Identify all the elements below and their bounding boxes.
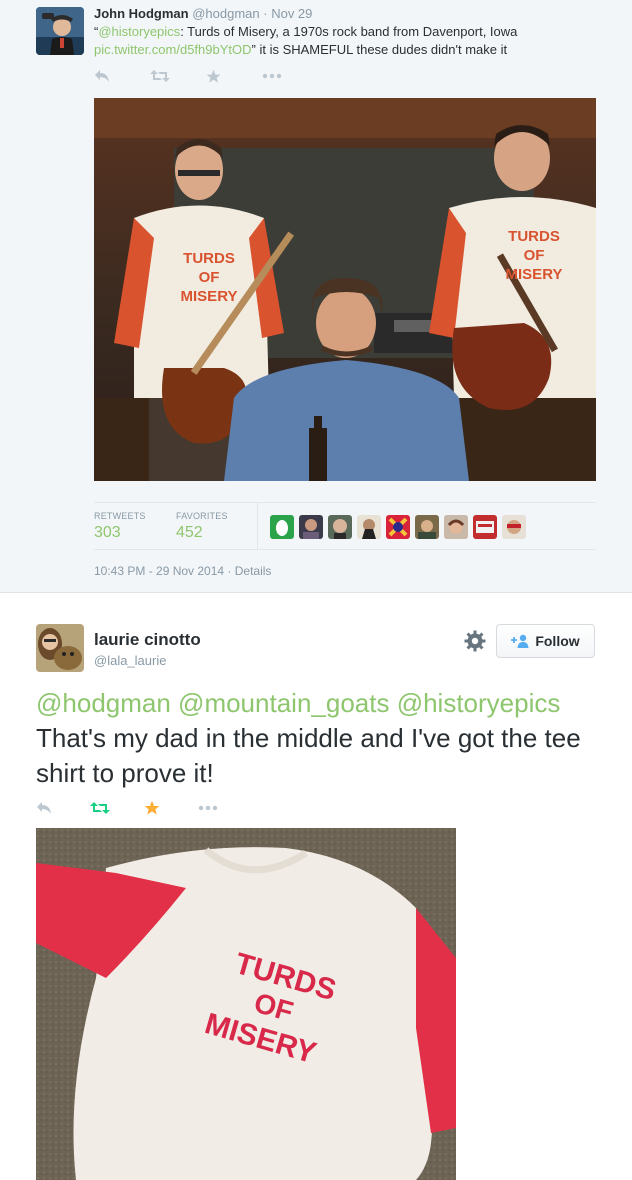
shirt-text-right: MISERY [506, 266, 563, 283]
favoriter-avatar[interactable] [299, 515, 323, 539]
retweet-icon [90, 802, 110, 814]
favoriter-avatar[interactable] [473, 515, 497, 539]
hodgman-avatar[interactable] [36, 7, 84, 55]
mention-link[interactable]: @hodgman [36, 688, 171, 718]
gear-icon [464, 630, 486, 652]
retweet-button[interactable] [90, 798, 144, 818]
author-name[interactable]: John Hodgman [94, 6, 189, 21]
favorites-count: 452 [176, 524, 203, 541]
favoriter-avatar[interactable] [502, 515, 526, 539]
shirt-text-left: TURDS [183, 250, 235, 267]
tweet-date[interactable]: · Nov 29 [263, 6, 312, 21]
more-button[interactable] [262, 66, 318, 86]
mention-link[interactable]: @historyepics [397, 688, 561, 718]
band-photo[interactable]: TURDS OF MISERY TURDS OF MISERY [94, 98, 596, 481]
retweets-stat[interactable]: RETWEETS 303 [94, 511, 146, 542]
favoriter-avatar[interactable] [386, 515, 410, 539]
favoriter-avatar[interactable] [357, 515, 381, 539]
stats-divider [257, 503, 258, 549]
author-handle[interactable]: @hodgman [192, 6, 259, 21]
shirt-text-right: TURDS [508, 228, 560, 245]
tweet-actions [36, 797, 252, 819]
retweets-label: RETWEETS [94, 511, 146, 521]
favorites-label: FAVORITES [176, 511, 228, 521]
laurie-avatar[interactable] [36, 624, 84, 672]
tweet-text: “@historyepics: Turds of Misery, a 1970s… [94, 23, 594, 59]
follow-button[interactable]: Follow [496, 624, 595, 658]
favoriter-avatar[interactable] [328, 515, 352, 539]
tweet-stats: RETWEETS 303 FAVORITES 452 [94, 502, 596, 550]
reply-icon [37, 802, 51, 814]
follow-person-icon [511, 634, 529, 648]
favorite-icon [144, 800, 160, 815]
favoriter-avatar[interactable] [415, 515, 439, 539]
favorite-button[interactable] [144, 798, 198, 818]
tweet-text: @hodgman @mountain_goats @historyepics T… [36, 686, 606, 791]
tweet-body-part2: ” it is SHAMEFUL these dudes didn't make… [251, 42, 508, 57]
tshirt-photo[interactable]: TURDS OF MISERY [36, 828, 456, 1180]
mention-link[interactable]: @mountain_goats [178, 688, 389, 718]
mentions-line: @hodgman @mountain_goats @historyepics [36, 686, 606, 721]
retweet-icon [150, 70, 170, 82]
author-name[interactable]: laurie cinotto [94, 630, 201, 650]
reply-icon [95, 70, 109, 82]
tweet-actions [94, 66, 318, 86]
quoted-tweet: John Hodgman @hodgman · Nov 29 “@history… [0, 0, 632, 593]
favoriter-avatar[interactable] [444, 515, 468, 539]
reply-button[interactable] [94, 66, 150, 86]
author-handle[interactable]: @lala_laurie [94, 653, 166, 668]
favorite-button[interactable] [206, 66, 262, 86]
shirt-text-right: OF [524, 247, 545, 264]
favorites-stat[interactable]: FAVORITES 452 [176, 511, 228, 542]
media-link[interactable]: pic.twitter.com/d5fh9bYtOD [94, 42, 252, 57]
more-icon [262, 73, 282, 79]
tweet-timestamp: 10:43 PM - 29 Nov 2014 · Details [94, 564, 271, 578]
favoriter-avatar[interactable] [270, 515, 294, 539]
tweet-header: John Hodgman @hodgman · Nov 29 [94, 5, 312, 22]
follow-label: Follow [535, 633, 580, 649]
favoriters-avatars [270, 515, 526, 539]
tweet-body: That's my dad in the middle and I've got… [36, 723, 581, 788]
more-button[interactable] [198, 798, 252, 818]
shirt-text-left: MISERY [181, 288, 238, 305]
mention-link[interactable]: @historyepics [98, 24, 180, 39]
details-link[interactable]: · Details [227, 564, 271, 578]
retweets-count: 303 [94, 524, 121, 541]
shirt-text-left: OF [199, 269, 220, 286]
timestamp-text[interactable]: 10:43 PM - 29 Nov 2014 [94, 564, 224, 578]
favorite-icon [206, 69, 221, 83]
reply-button[interactable] [36, 798, 90, 818]
user-actions-button[interactable] [463, 629, 487, 653]
tweet-body-part1: : Turds of Misery, a 1970s rock band fro… [180, 24, 518, 39]
retweet-button[interactable] [150, 66, 206, 86]
more-icon [198, 805, 218, 811]
